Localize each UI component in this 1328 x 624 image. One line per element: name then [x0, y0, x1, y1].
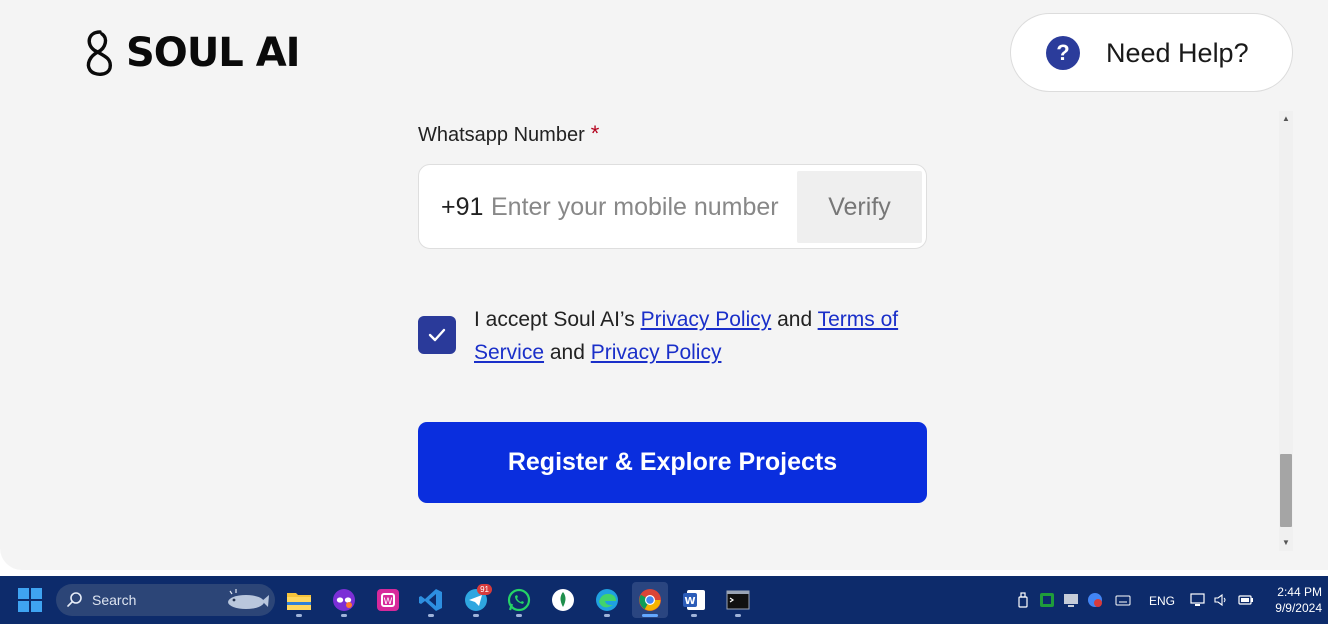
whatsapp-number-label: Whatsapp Number * [418, 121, 599, 148]
main-page: SOUL AI ? Need Help? Whatsapp Number * +9… [0, 0, 1328, 570]
chrome-icon [639, 589, 661, 611]
soul-ai-logo[interactable]: SOUL AI [78, 28, 301, 78]
register-explore-projects-button[interactable]: Register & Explore Projects [418, 422, 927, 503]
clock-date: 9/9/2024 [1275, 601, 1322, 615]
verify-button[interactable]: Verify [797, 171, 922, 243]
scroll-down-arrow-icon[interactable]: ▼ [1279, 535, 1293, 551]
windows-taskbar: Search W 91 W ENG 2:44 PM 9/9/2024 [0, 576, 1328, 624]
mongodb-compass-icon[interactable] [545, 582, 581, 618]
pink-app-icon[interactable]: W [370, 582, 406, 618]
consent-text: I accept Soul AI’s Privacy Policy and Te… [474, 303, 934, 369]
running-indicator [341, 614, 347, 617]
whatsapp-icon[interactable] [501, 582, 537, 618]
privacy-policy-link[interactable]: Privacy Policy [641, 308, 772, 331]
consent-text-1: I accept Soul AI’s [474, 308, 635, 331]
telegram-unread-badge: 91 [477, 584, 492, 595]
phone-field-group: +91 Verify [418, 164, 927, 249]
code-editor-icon [419, 589, 442, 611]
edge-icon [596, 589, 618, 611]
purple-mask-icon [333, 589, 355, 611]
volume-tray-icon[interactable] [1213, 592, 1229, 608]
edge-browser-icon[interactable] [589, 582, 625, 618]
scrollbar-thumb[interactable] [1280, 454, 1292, 527]
search-label: Search [92, 592, 137, 608]
taskbar-search-box[interactable]: Search [56, 584, 275, 616]
logo-text: SOUL AI [126, 30, 301, 76]
folder-icon [287, 593, 311, 610]
taskbar-clock[interactable]: 2:44 PM 9/9/2024 [1262, 584, 1322, 616]
mobile-number-input[interactable] [491, 187, 796, 227]
search-highlight-whale-icon [228, 589, 269, 609]
required-mark: * [590, 121, 600, 146]
word-document-icon: W [683, 590, 705, 610]
pink-square-app-icon: W [377, 589, 399, 611]
need-help-label: Need Help? [1106, 38, 1249, 68]
whatsapp-phone-icon [507, 588, 531, 612]
running-indicator [735, 614, 741, 617]
running-indicator [473, 614, 479, 617]
chrome-browser-icon[interactable] [632, 582, 668, 618]
usb-device-icon[interactable] [1015, 592, 1031, 608]
consent-text-2: and [777, 308, 813, 331]
search-icon [67, 592, 82, 607]
running-indicator [428, 614, 434, 617]
battery-tray-icon[interactable] [1238, 592, 1254, 608]
soul-ai-logo-mark-icon [86, 30, 112, 76]
consent-text-3: and [549, 341, 585, 364]
network-tray-icon[interactable] [1190, 592, 1206, 608]
display-tray-icon[interactable] [1063, 592, 1079, 608]
running-indicator [691, 614, 697, 617]
green-app-tray-icon[interactable] [1039, 592, 1055, 608]
keyboard-tray-icon[interactable] [1115, 592, 1131, 608]
mask-app-icon[interactable] [326, 582, 362, 618]
input-language-indicator[interactable]: ENG [1149, 593, 1175, 609]
country-code: +91 [441, 193, 484, 221]
svg-text:W: W [384, 597, 393, 607]
vertical-scrollbar[interactable]: ▲ ▼ [1279, 111, 1293, 551]
telegram-icon[interactable]: 91 [458, 582, 494, 618]
scroll-up-arrow-icon[interactable]: ▲ [1279, 111, 1293, 127]
running-indicator [604, 614, 610, 617]
command-prompt-icon [726, 590, 750, 610]
clock-time: 2:44 PM [1277, 585, 1322, 599]
active-window-indicator [642, 614, 658, 617]
svg-text:W: W [684, 596, 695, 607]
whatsapp-label-text: Whatsapp Number [418, 124, 585, 146]
running-indicator [296, 614, 302, 617]
chrome-notification-tray-icon[interactable] [1087, 592, 1103, 608]
running-indicator [516, 614, 522, 617]
terminal-icon[interactable] [720, 582, 756, 618]
vscode-icon[interactable] [413, 582, 449, 618]
file-explorer-icon[interactable] [281, 582, 317, 618]
consent-checkbox[interactable] [418, 316, 456, 354]
privacy-policy-link-2[interactable]: Privacy Policy [591, 341, 722, 364]
checkmark-icon [428, 328, 446, 342]
need-help-button[interactable]: ? Need Help? [1010, 13, 1293, 92]
windows-start-icon[interactable] [18, 588, 42, 612]
leaf-icon [552, 589, 574, 611]
word-icon[interactable]: W [676, 582, 712, 618]
question-circle-icon: ? [1046, 36, 1080, 70]
